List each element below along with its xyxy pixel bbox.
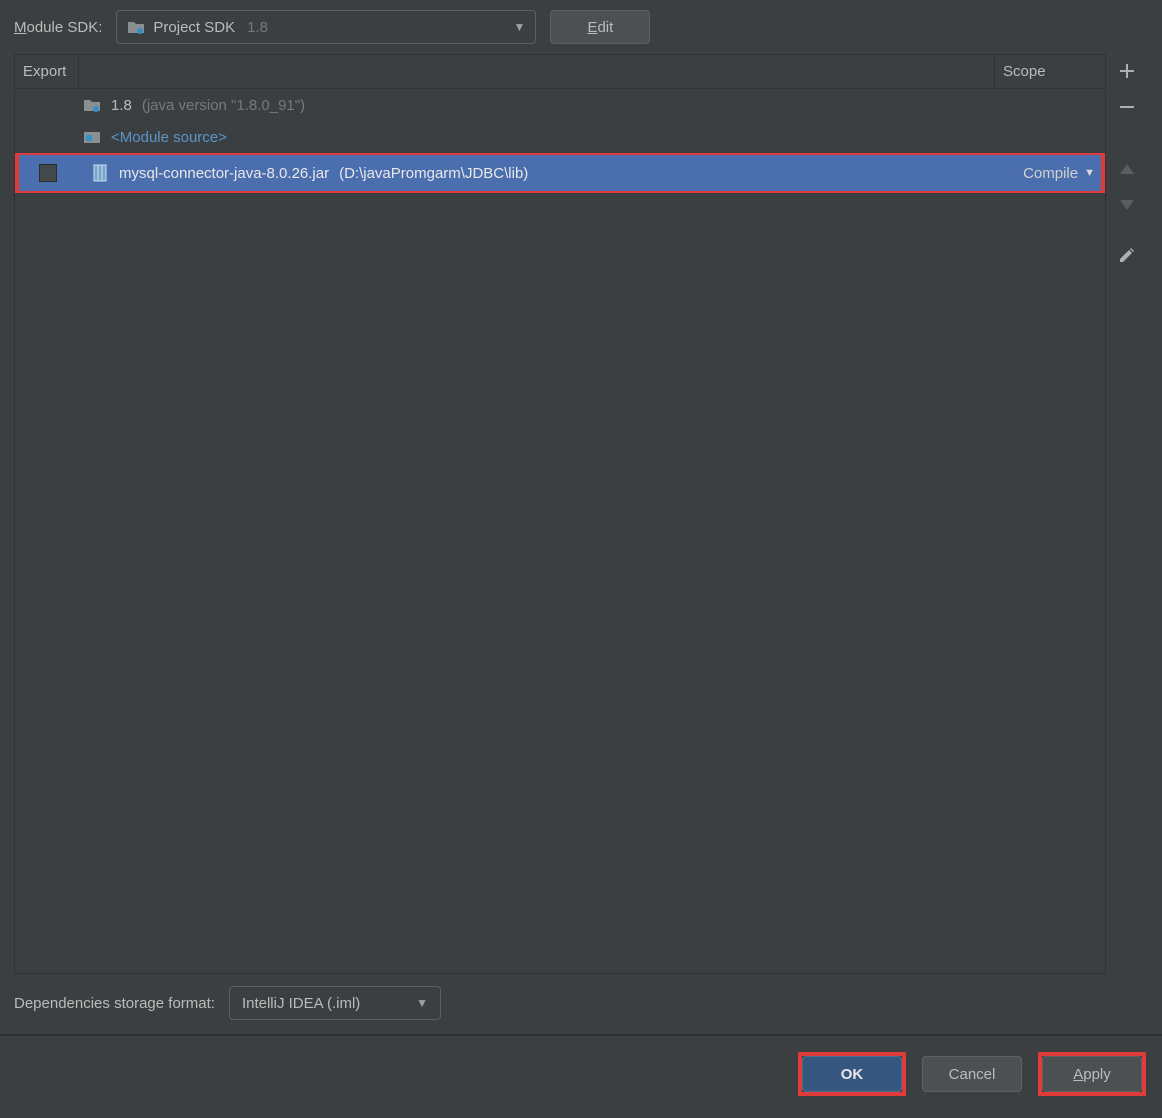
row-name: mysql-connector-java-8.0.26.jar (119, 165, 329, 182)
storage-format-value: IntelliJ IDEA (.iml) (242, 995, 360, 1012)
chevron-down-icon: ▼ (416, 996, 428, 1010)
add-button[interactable] (1114, 58, 1140, 84)
row-detail: (java version "1.8.0_91") (142, 97, 305, 114)
move-up-button[interactable] (1114, 156, 1140, 182)
header-scope[interactable]: Scope (995, 55, 1105, 88)
table-row[interactable]: <Module source> (15, 121, 1105, 153)
cancel-button[interactable]: Cancel (922, 1056, 1022, 1092)
remove-button[interactable] (1114, 94, 1140, 120)
archive-icon (91, 164, 109, 182)
header-export[interactable]: Export (15, 55, 79, 88)
row-detail: (D:\javaPromgarm\JDBC\lib) (339, 165, 528, 182)
storage-format-select[interactable]: IntelliJ IDEA (.iml) ▼ (229, 986, 441, 1020)
edit-button[interactable]: Edit (550, 10, 650, 44)
scope-value[interactable]: Compile (1023, 165, 1078, 182)
module-sdk-label: Module SDK: (14, 19, 102, 36)
module-source-icon (83, 130, 101, 144)
highlight-ok: OK (802, 1056, 902, 1092)
edit-item-button[interactable] (1114, 242, 1140, 268)
dependencies-table: Export Scope 1.8 (java version "1.8.0_91… (14, 54, 1106, 974)
apply-button[interactable]: Apply (1042, 1056, 1142, 1092)
folder-icon (127, 20, 145, 34)
ok-button[interactable]: OK (802, 1056, 902, 1092)
table-row[interactable]: 1.8 (java version "1.8.0_91") (15, 89, 1105, 121)
header-name[interactable] (79, 55, 995, 88)
sdk-version: 1.8 (247, 19, 268, 36)
folder-icon (83, 98, 101, 112)
export-checkbox[interactable] (39, 164, 57, 182)
move-down-button[interactable] (1114, 192, 1140, 218)
sdk-name: Project SDK (153, 19, 235, 36)
row-name: 1.8 (111, 97, 132, 114)
chevron-down-icon: ▼ (1084, 167, 1095, 179)
table-row-selected[interactable]: mysql-connector-java-8.0.26.jar (D:\java… (15, 153, 1105, 193)
chevron-down-icon: ▼ (514, 20, 526, 34)
highlight-apply: Apply (1042, 1056, 1142, 1092)
row-name: <Module source> (111, 129, 227, 146)
module-sdk-select[interactable]: Project SDK 1.8 ▼ (116, 10, 536, 44)
storage-format-label: Dependencies storage format: (14, 995, 215, 1012)
